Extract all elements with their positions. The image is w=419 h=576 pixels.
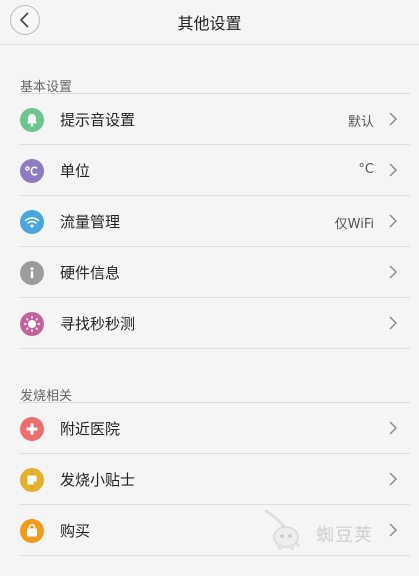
row-value: 默认 [347,115,374,130]
chevron-right-icon [389,421,397,435]
page-title: 其他设置 [177,14,242,33]
row-value: °C [358,162,374,177]
row-label: 单位 [60,162,91,180]
row-label: 购买 [60,522,91,540]
row-label: 提示音设置 [60,111,136,129]
celsius-icon [20,159,44,183]
settings-row-hardware[interactable]: 硬件信息 [0,247,419,298]
row-value: 仅WiFi [334,217,374,232]
row-label: 流量管理 [60,213,121,231]
chevron-right-icon [389,163,397,177]
settings-row-sound[interactable]: 提示音设置 默认 [0,94,419,145]
info-icon [20,261,44,285]
chevron-right-icon [389,472,397,486]
sun-icon [20,312,44,336]
settings-row-unit[interactable]: 单位 °C [0,145,419,196]
header-bar: 其他设置 [0,0,419,45]
chevron-right-icon [389,316,397,330]
chevron-right-icon [389,523,397,537]
row-label: 寻找秒秒测 [60,315,136,333]
chevron-right-icon [389,214,397,228]
settings-row-traffic[interactable]: 流量管理 仅WiFi [0,196,419,247]
row-label: 发烧小贴士 [60,471,136,489]
watermark-text: 蜘豆荚 [316,525,373,546]
note-icon [20,468,44,492]
shopping-bag-icon [20,519,44,543]
row-divider [19,348,410,349]
chevron-right-icon [389,112,397,126]
row-label: 附近医院 [60,420,121,438]
settings-row-find-device[interactable]: 寻找秒秒测 [0,298,419,349]
hospital-cross-icon [20,417,44,441]
row-divider [19,555,410,556]
settings-row-tips[interactable]: 发烧小贴士 [0,454,419,505]
chevron-right-icon [389,265,397,279]
bell-icon [20,108,44,132]
settings-row-hospital[interactable]: 附近医院 [0,403,419,454]
row-label: 硬件信息 [60,264,121,282]
wifi-icon [20,210,44,234]
